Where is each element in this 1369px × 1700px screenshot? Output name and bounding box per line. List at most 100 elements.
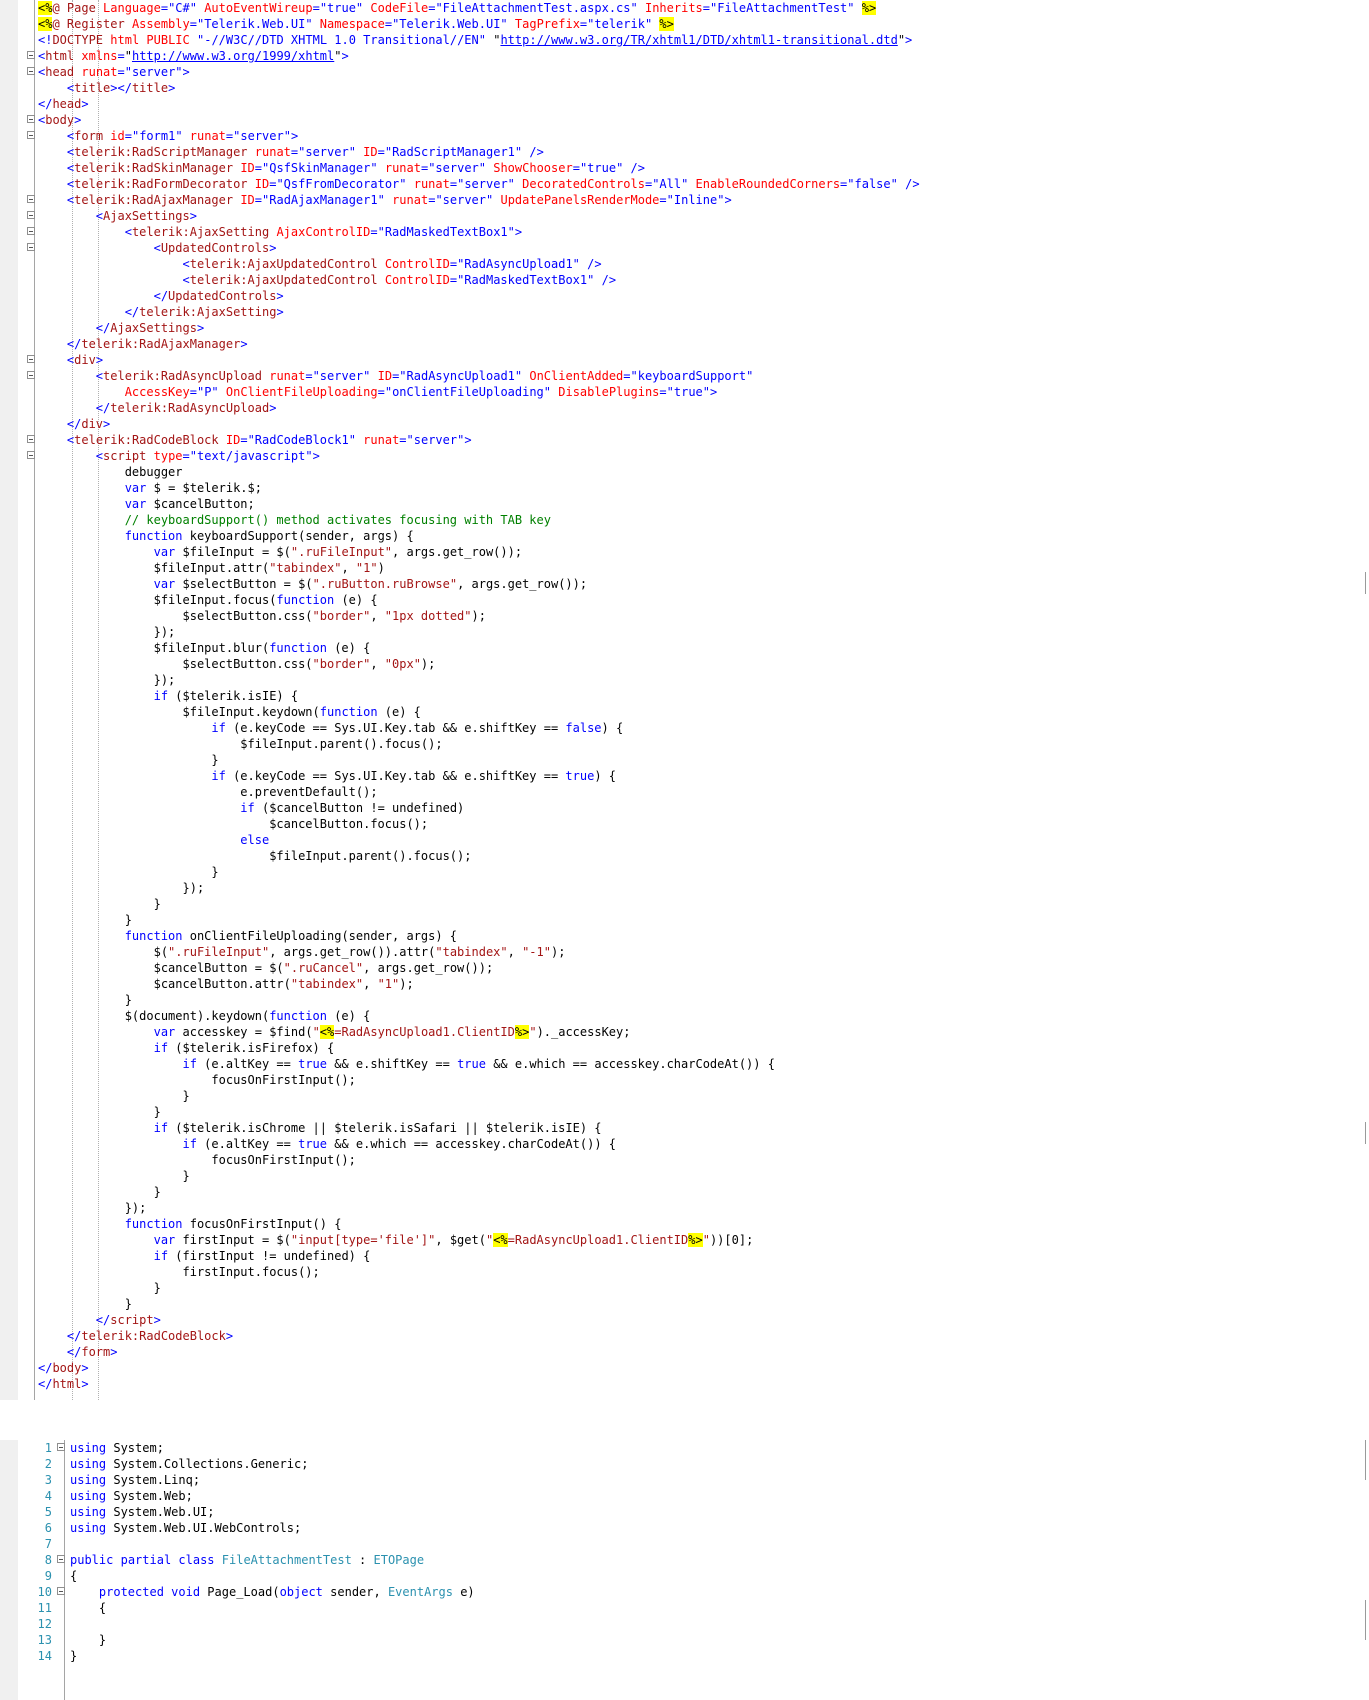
collapse-toggle-icon[interactable] (27, 131, 35, 139)
code-token: < (95, 209, 104, 223)
code-token: </ (38, 97, 53, 111)
code-token: = (312, 1, 320, 15)
code-token: > (81, 1377, 89, 1391)
code-line: </telerik:RadAsyncUpload> (38, 400, 920, 416)
code-token: = (160, 1, 169, 15)
code-token: </ (38, 1361, 53, 1375)
code-token: ); (399, 977, 414, 991)
code-token: = (377, 145, 385, 159)
collapse-toggle-icon[interactable] (27, 243, 35, 251)
collapse-toggle-icon[interactable] (27, 371, 35, 379)
code-token: html (52, 1377, 82, 1391)
code-line: 8 public partial class FileAttachmentTest… (45, 1552, 475, 1568)
code-token: // keyboardSupport() method activates fo… (124, 513, 551, 527)
cs-code-pane[interactable]: 1 using System; 2 using System.Collections.… (0, 1440, 1369, 1700)
code-token: ID (240, 193, 255, 207)
code-token: form (74, 129, 104, 143)
collapse-toggle-icon[interactable] (57, 1443, 65, 1451)
code-token: "input[type='file']" (290, 1233, 436, 1247)
code-token: PUBLIC (146, 33, 190, 47)
code-line: 13 } (38, 1632, 475, 1648)
code-token: title (131, 81, 169, 95)
collapse-toggle-icon[interactable] (27, 355, 35, 363)
code-token: ETOPage (373, 1553, 425, 1567)
code-token: > (153, 1313, 161, 1327)
code-token: > (276, 289, 284, 303)
collapse-toggle-icon[interactable] (27, 435, 35, 443)
code-line: <div> (27, 352, 920, 368)
code-token: if (182, 1057, 197, 1071)
collapse-toggle-icon[interactable] (57, 1555, 65, 1563)
code-line: <!DOCTYPE html PUBLIC "-//W3C//DTD XHTML… (38, 32, 920, 48)
code-token: telerik:AjaxSetting (139, 305, 277, 319)
code-token: "server" (233, 129, 291, 143)
code-token: focusOnFirstInput(); (38, 1073, 356, 1087)
code-token: body (45, 113, 75, 127)
collapse-toggle-icon[interactable] (27, 451, 35, 459)
code-token: > (103, 417, 111, 431)
code-token: =RadAsyncUpload1.ClientID (507, 1233, 689, 1247)
collapse-toggle-icon[interactable] (27, 67, 35, 75)
collapse-toggle-icon[interactable] (27, 211, 35, 219)
collapse-toggle-icon[interactable] (27, 227, 35, 235)
code-token: "server" (428, 161, 486, 175)
code-token: ($telerik.isChrome || $telerik.isSafari … (168, 1121, 602, 1135)
code-line: 6 using System.Web.UI.WebControls; (45, 1520, 475, 1536)
cs-code-lines: 1 using System; 2 using System.Collections.… (38, 1440, 475, 1664)
code-token: , (363, 977, 378, 991)
code-token: } (38, 1169, 190, 1183)
code-token: "server" (124, 65, 183, 79)
aspx-code-pane[interactable]: <%@ Page Language="C#" AutoEventWireup="… (0, 0, 1369, 1400)
code-token: > (196, 321, 205, 335)
code-token: if (211, 721, 226, 735)
code-token: }); (38, 625, 176, 639)
code-token: e.preventDefault(); (38, 785, 378, 799)
code-line: 10 protected void Page_Load(object sende… (38, 1584, 475, 1600)
code-token: } (38, 1089, 190, 1103)
code-token: telerik:RadCodeBlock (81, 1329, 226, 1343)
code-token: "RadCodeBlock1" (247, 433, 356, 447)
outline-gutter (64, 1440, 65, 1700)
code-token: = (305, 369, 313, 383)
code-token: "Inline" (666, 193, 725, 207)
collapse-toggle-icon[interactable] (27, 51, 35, 59)
code-line: var accesskey = $find("<%=RadAsyncUpload… (38, 1024, 920, 1040)
code-token: < (95, 369, 104, 383)
collapse-toggle-icon[interactable] (27, 115, 35, 123)
code-token: " (312, 1025, 320, 1039)
code-line: 3 using System.Linq; (45, 1472, 475, 1488)
code-line: } (38, 752, 920, 768)
code-token: ); (420, 657, 436, 671)
code-token: if (240, 801, 255, 815)
code-token: var (153, 1233, 176, 1247)
code-token: $fileInput = $( (175, 545, 291, 559)
code-token: focusOnFirstInput(); (38, 1153, 356, 1167)
collapse-toggle-icon[interactable] (57, 1587, 65, 1595)
code-token: > (269, 241, 277, 255)
code-line: </script> (38, 1312, 920, 1328)
code-line: } (38, 1168, 920, 1184)
collapse-toggle-icon[interactable] (27, 195, 35, 203)
code-line: }); (38, 880, 920, 896)
code-token: > (905, 33, 913, 47)
code-line: 9{ (45, 1568, 475, 1584)
code-token: = (572, 161, 580, 175)
code-line: } (38, 912, 920, 928)
code-token: < (153, 241, 161, 255)
code-token: runat (384, 161, 421, 175)
code-token: (e) { (326, 641, 371, 655)
code-token: ) (377, 561, 385, 575)
